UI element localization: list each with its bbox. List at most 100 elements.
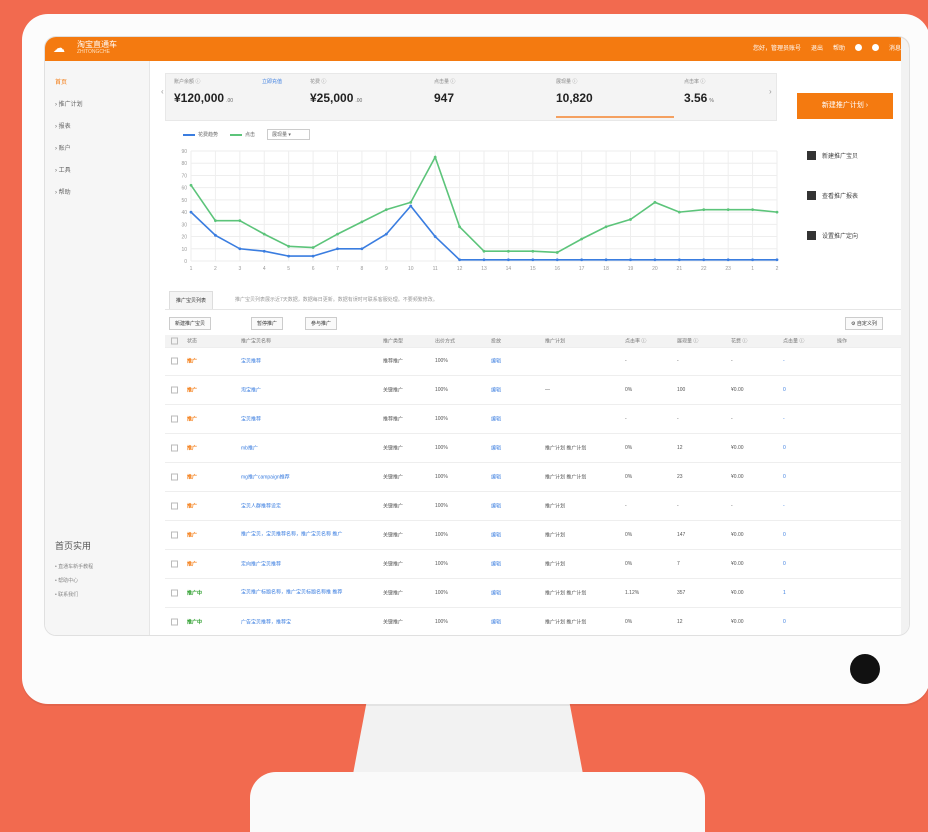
edit-link[interactable]: 编辑 <box>491 445 501 452</box>
item-type: 推荐推广 <box>383 358 404 365</box>
row-checkbox[interactable] <box>171 560 178 568</box>
row-checkbox[interactable] <box>171 531 178 539</box>
row-checkbox[interactable] <box>171 386 178 394</box>
custom-columns-button[interactable]: ⚙ 自定义列 <box>845 317 883 330</box>
x-tick-label: 2 <box>214 266 217 272</box>
item-name-link[interactable]: 宝贝推荐 <box>241 358 261 365</box>
message-link[interactable]: 消息 <box>889 43 901 52</box>
join-button[interactable]: 参与推广 <box>305 317 338 330</box>
y-tick-label: 80 <box>181 161 187 167</box>
row-checkbox[interactable] <box>171 589 178 597</box>
stats-prev-icon[interactable]: ‹ <box>161 87 164 96</box>
item-name-link[interactable]: 定向推广宝贝推荐 <box>241 561 281 568</box>
tab-item-list[interactable]: 推广宝贝列表 <box>169 291 214 309</box>
row-checkbox[interactable] <box>171 415 178 423</box>
column-header[interactable]: 推广计划 <box>545 338 565 345</box>
item-type: 关键推广 <box>383 619 404 626</box>
stat-impressions[interactable]: 展现量 ⓘ 10,820 <box>556 78 674 118</box>
chart-legend: 花费趋势 点击 展现量 ▾ <box>183 129 310 140</box>
x-tick-label: 22 <box>701 266 707 272</box>
new-plan-button[interactable]: 新建推广计划 › <box>797 93 893 119</box>
edit-link[interactable]: 编辑 <box>491 474 501 481</box>
item-clicks: - <box>783 358 785 364</box>
pause-button[interactable]: 暂停推广 <box>251 317 284 330</box>
settings-icon[interactable] <box>871 44 879 51</box>
legend-item-1[interactable]: 花费趋势 <box>183 131 218 138</box>
item-name-link[interactable]: mg推广campaign推荐 <box>241 474 290 481</box>
column-header[interactable]: 状态 <box>187 338 197 345</box>
item-clicks: 1 <box>783 590 786 596</box>
sidebar-link-tutorial[interactable]: • 直通车新手教程 <box>55 563 93 570</box>
action-targeting[interactable]: 设置推广定向 <box>807 231 858 240</box>
column-header[interactable]: 展现量 ⓘ <box>677 338 698 345</box>
item-type: 关键推广 <box>383 445 404 452</box>
notification-icon[interactable] <box>854 44 862 51</box>
item-name-link[interactable]: 广告宝贝推荐，推荐宝 <box>241 619 291 626</box>
sidebar-item-tools[interactable]: › 工具 <box>55 165 71 174</box>
column-header[interactable]: 推广类型 <box>383 338 403 345</box>
item-name-link[interactable]: 宝贝推广标题名称，推广宝贝标题名称推 推荐 <box>241 589 373 598</box>
stats-next-icon[interactable]: › <box>769 87 772 96</box>
help-link[interactable]: 帮助 <box>833 43 845 52</box>
sidebar-item-help[interactable]: › 帮助 <box>55 187 71 196</box>
monitor-stand-base <box>250 772 705 832</box>
row-checkbox[interactable] <box>171 473 178 481</box>
legend-item-2[interactable]: 点击 <box>230 131 255 138</box>
data-point <box>507 249 510 253</box>
sidebar-link-contact[interactable]: • 联系我们 <box>55 591 78 598</box>
sidebar-item-home[interactable]: 首页 <box>55 77 67 86</box>
select-all-checkbox[interactable] <box>171 337 178 345</box>
row-checkbox[interactable] <box>171 618 178 626</box>
topbar-right: 您好，管理员账号 退出 帮助 消息 <box>753 43 901 52</box>
metric-select[interactable]: 展现量 ▾ <box>267 129 310 140</box>
item-ctr: 0% <box>625 474 633 480</box>
column-header[interactable]: 推广宝贝名称 <box>241 338 271 345</box>
item-name-link[interactable]: 淘宝推广 <box>241 387 261 394</box>
edit-link[interactable]: 编辑 <box>491 532 501 539</box>
action-view-report[interactable]: 查看推广报表 <box>807 191 858 200</box>
y-tick-label: 40 <box>181 210 187 216</box>
item-cost: ¥0.00 <box>731 532 744 538</box>
item-name-link[interactable]: 宝贝人群推荐设定 <box>241 503 281 510</box>
edit-link[interactable]: 编辑 <box>491 387 501 394</box>
column-header[interactable]: 花费 ⓘ <box>731 338 747 345</box>
row-checkbox[interactable] <box>171 357 178 365</box>
item-type: 关键推广 <box>383 474 404 481</box>
column-header[interactable]: 操作 <box>837 338 847 345</box>
column-header[interactable]: 出价方式 <box>435 338 455 345</box>
item-name-link[interactable]: 推广宝贝，宝贝推荐名称，推广宝贝名称 推广 <box>241 531 373 540</box>
new-item-button[interactable]: 新建推广宝贝 <box>169 317 212 330</box>
row-checkbox[interactable] <box>171 502 178 510</box>
column-header[interactable]: 点击率 ⓘ <box>625 338 646 345</box>
recharge-link[interactable]: 立即充值 <box>262 78 282 85</box>
edit-link[interactable]: 编辑 <box>491 561 501 568</box>
item-percent: 100% <box>435 532 448 538</box>
item-name-link[interactable]: mb推广 <box>241 445 258 452</box>
sidebar-item-account[interactable]: › 账户 <box>55 143 71 152</box>
column-header[interactable]: 点击量 ⓘ <box>783 338 804 345</box>
column-header[interactable]: 投放 <box>491 338 501 345</box>
edit-link[interactable]: 编辑 <box>491 416 501 423</box>
edit-link[interactable]: 编辑 <box>491 590 501 597</box>
data-point <box>262 249 266 253</box>
logout-link[interactable]: 退出 <box>811 43 823 52</box>
user-greeting[interactable]: 您好，管理员账号 <box>753 43 801 52</box>
scrollbar[interactable] <box>901 37 909 635</box>
data-point <box>287 254 291 258</box>
edit-link[interactable]: 编辑 <box>491 358 501 365</box>
stat-label: 展现量 ⓘ <box>556 79 578 85</box>
sidebar-item-reports[interactable]: › 报表 <box>55 121 71 130</box>
status-badge: 推广 <box>187 532 198 539</box>
table-row: 推广 mg推广campaign推荐 关键推广 100% 编辑 推广计划 推广计划 0% 23 ¥… <box>165 463 909 492</box>
edit-link[interactable]: 编辑 <box>491 503 501 510</box>
data-point <box>482 258 486 262</box>
item-name-link[interactable]: 宝贝推荐 <box>241 416 261 423</box>
data-point <box>580 237 584 241</box>
edit-link[interactable]: 编辑 <box>491 619 501 626</box>
sidebar-link-help[interactable]: • 帮助中心 <box>55 577 78 584</box>
action-new-item[interactable]: 新建推广宝贝 <box>807 151 858 160</box>
data-point <box>677 210 681 214</box>
row-checkbox[interactable] <box>171 444 178 452</box>
sidebar-item-plans[interactable]: › 推广计划 <box>55 99 83 108</box>
stat-value-number: 3.56 <box>684 91 708 105</box>
